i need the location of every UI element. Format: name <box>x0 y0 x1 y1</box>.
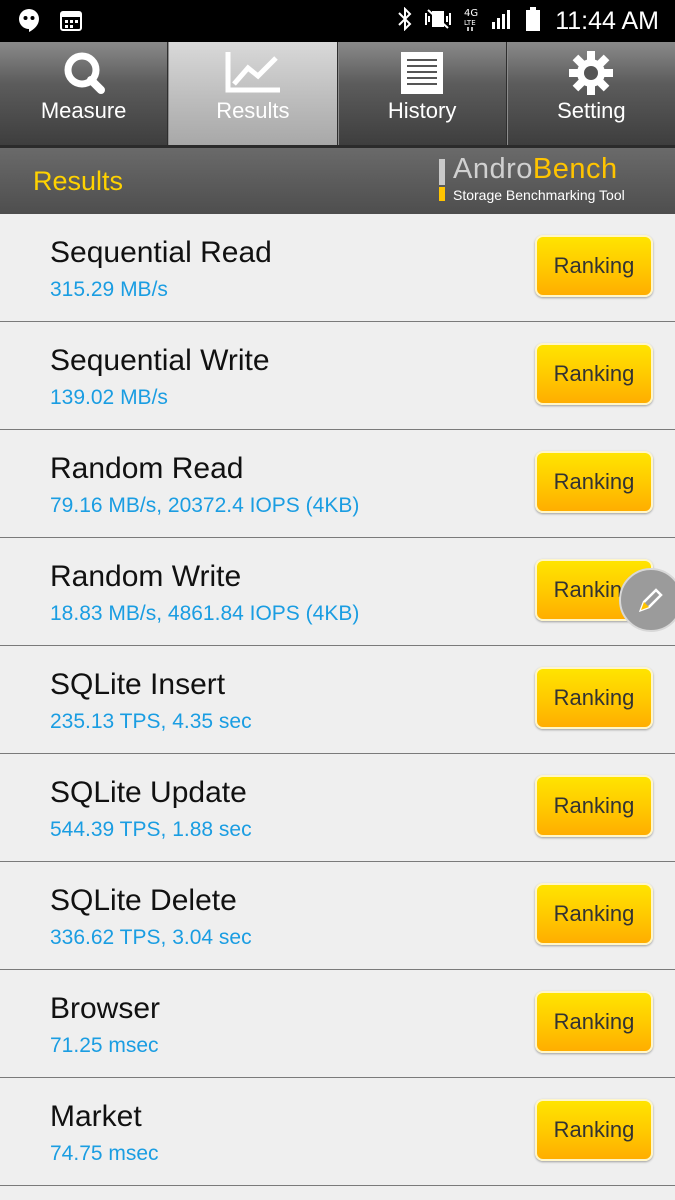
ranking-button[interactable]: Ranking <box>535 775 653 837</box>
result-name: Random Read <box>50 452 244 485</box>
result-row-random-write: Random Write 18.83 MB/s, 4861.84 IOPS (4… <box>0 538 675 646</box>
signal-icon <box>491 8 515 35</box>
magnifier-icon <box>58 50 110 101</box>
result-name: Random Write <box>50 560 242 593</box>
tab-label: Setting <box>557 98 626 123</box>
result-value: 336.62 TPS, 3.04 sec <box>50 926 252 949</box>
svg-text:4G: 4G <box>464 8 478 19</box>
result-name: Sequential Read <box>50 236 272 269</box>
tab-history[interactable]: History <box>337 42 507 145</box>
result-value: 315.29 MB/s <box>50 278 168 301</box>
tab-label: History <box>387 98 457 123</box>
calendar-icon <box>60 9 82 36</box>
result-row-sequential-read: Sequential Read 315.29 MB/s Ranking <box>0 214 675 322</box>
result-name: Sequential Write <box>50 344 270 377</box>
logo-name: AndroBench <box>453 153 618 185</box>
ranking-button[interactable]: Ranking <box>535 451 653 513</box>
result-row-sqlite-insert: SQLite Insert 235.13 TPS, 4.35 sec Ranki… <box>0 646 675 754</box>
logo-tagline: Storage Benchmarking Tool <box>453 187 625 203</box>
battery-icon <box>525 6 541 37</box>
ranking-button[interactable]: Ranking <box>535 667 653 729</box>
ranking-button[interactable]: Ranking <box>535 883 653 945</box>
ranking-button[interactable]: Ranking <box>535 991 653 1053</box>
ranking-button[interactable]: Ranking <box>535 343 653 405</box>
bluetooth-icon <box>397 6 413 36</box>
svg-text:LTE: LTE <box>464 19 476 27</box>
tab-measure[interactable]: Measure <box>0 42 169 145</box>
result-name: SQLite Insert <box>50 668 226 701</box>
result-value: 544.39 TPS, 1.88 sec <box>50 818 252 841</box>
logo-bar-accent <box>439 187 445 201</box>
result-value: 79.16 MB/s, 20372.4 IOPS (4KB) <box>50 494 360 517</box>
result-name: SQLite Update <box>50 776 247 809</box>
status-bar: 4G LTE 11:44 AM <box>0 0 675 42</box>
result-value: 139.02 MB/s <box>50 386 168 409</box>
result-name: Market <box>50 1100 142 1133</box>
androbench-logo: AndroBench Storage Benchmarking Tool <box>439 153 657 205</box>
chart-icon <box>224 50 282 101</box>
results-list: Sequential Read 315.29 MB/s Ranking Sequ… <box>0 214 675 1186</box>
result-row-market: Market 74.75 msec Ranking <box>0 1078 675 1186</box>
tab-bar: Measure Results History Setting <box>0 42 675 148</box>
logo-bar <box>439 159 445 185</box>
result-row-sqlite-update: SQLite Update 544.39 TPS, 1.88 sec Ranki… <box>0 754 675 862</box>
floating-edit-button[interactable] <box>619 568 675 632</box>
tab-label: Measure <box>40 98 127 123</box>
tab-label: Results <box>216 98 290 123</box>
gear-icon <box>566 50 616 101</box>
vibrate-icon <box>423 8 453 35</box>
result-value: 71.25 msec <box>50 1034 159 1057</box>
result-row-sqlite-delete: SQLite Delete 336.62 TPS, 3.04 sec Ranki… <box>0 862 675 970</box>
result-row-sequential-write: Sequential Write 139.02 MB/s Ranking <box>0 322 675 430</box>
hangouts-icon <box>18 8 40 37</box>
ranking-button[interactable]: Ranking <box>535 1099 653 1161</box>
tab-results[interactable]: Results <box>168 42 338 145</box>
result-name: Browser <box>50 992 161 1025</box>
result-name: SQLite Delete <box>50 884 237 917</box>
network-4g-icon: 4G LTE <box>463 6 481 37</box>
result-value: 18.83 MB/s, 4861.84 IOPS (4KB) <box>50 602 360 625</box>
result-value: 235.13 TPS, 4.35 sec <box>50 710 252 733</box>
result-value: 74.75 msec <box>50 1142 159 1165</box>
results-header: Results AndroBench Storage Benchmarking … <box>0 148 675 214</box>
result-row-random-read: Random Read 79.16 MB/s, 20372.4 IOPS (4K… <box>0 430 675 538</box>
page-title: Results <box>33 166 124 196</box>
ranking-button[interactable]: Ranking <box>535 235 653 297</box>
status-time: 11:44 AM <box>555 6 659 35</box>
result-row-browser: Browser 71.25 msec Ranking <box>0 970 675 1078</box>
document-icon <box>398 50 446 101</box>
tab-setting[interactable]: Setting <box>506 42 675 145</box>
